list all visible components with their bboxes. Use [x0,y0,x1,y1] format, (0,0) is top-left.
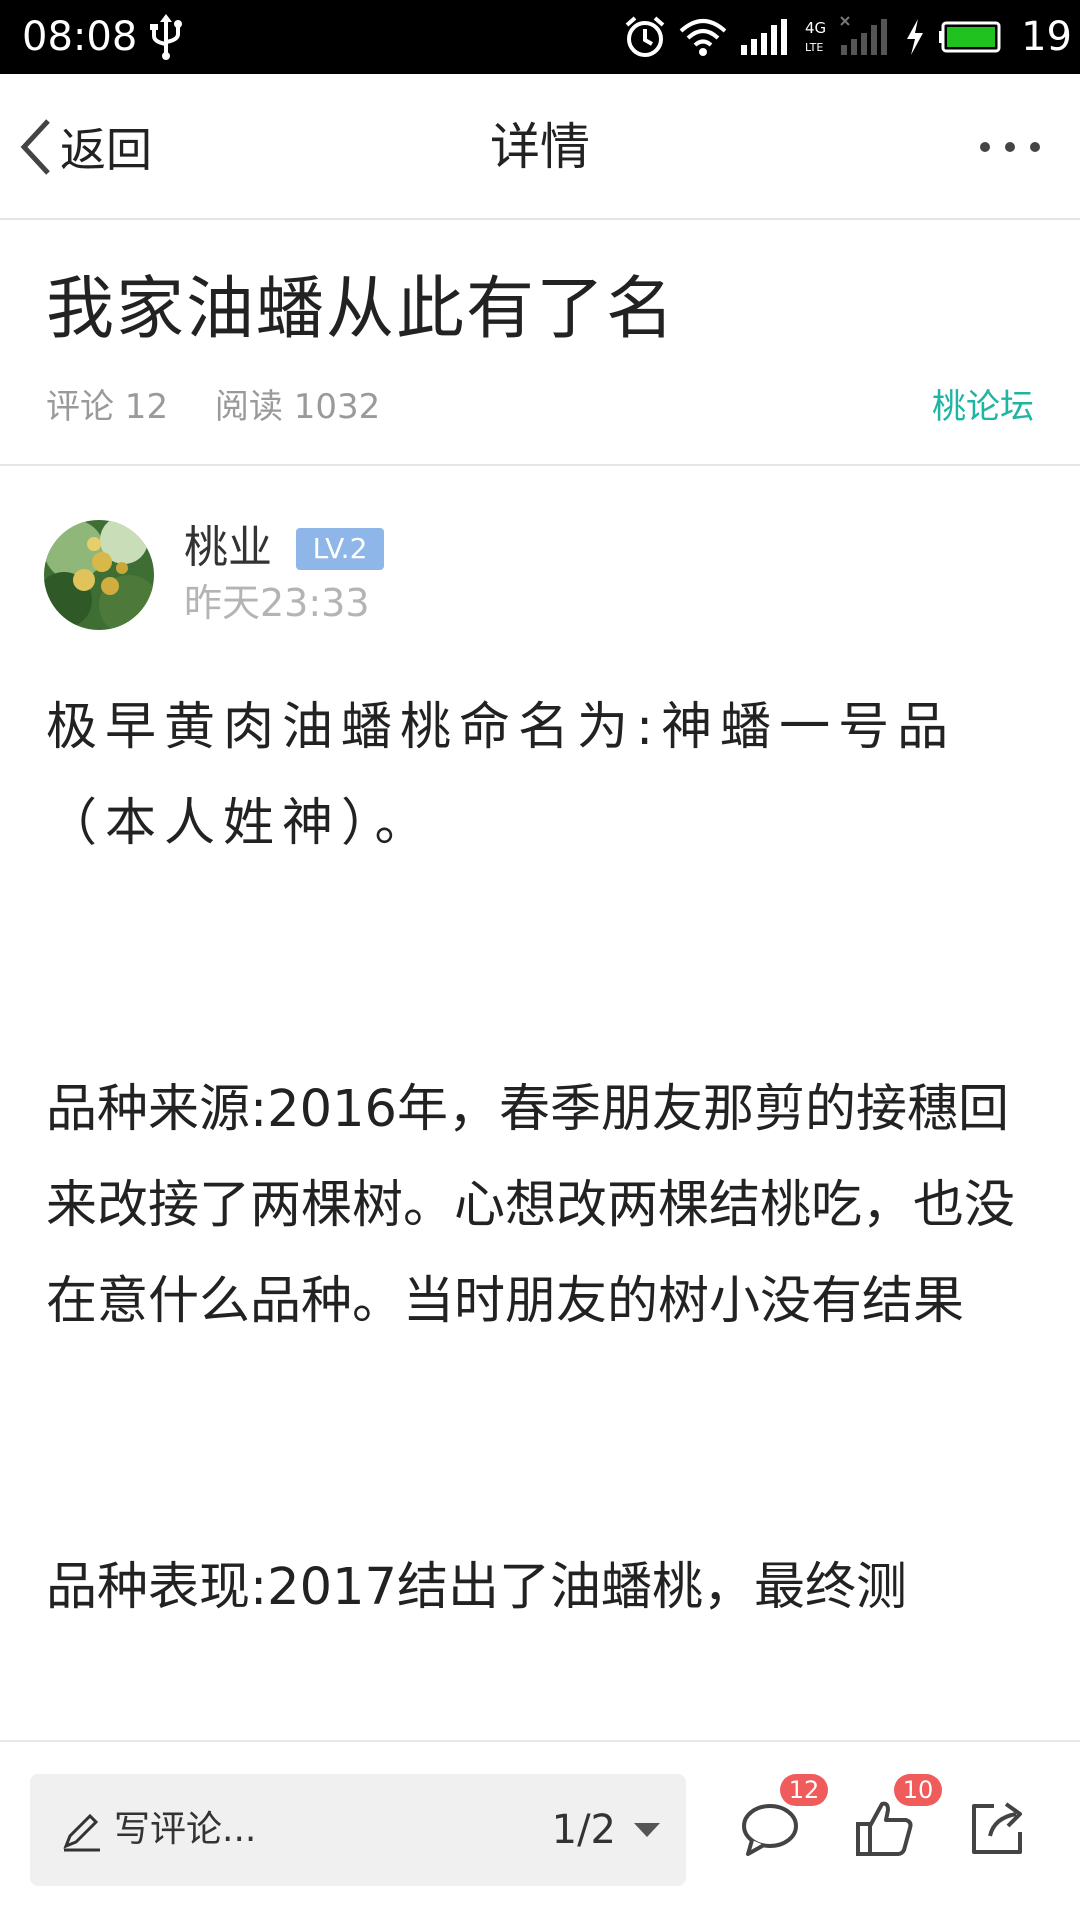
svg-text:4G: 4G [805,19,826,37]
dropdown-caret-icon [634,1823,660,1837]
article-paragraph: 极早黄肉油蟠桃命名为:神蟠一号品（本人姓神）。 [46,698,957,853]
read-count-text: 阅读 1032 [214,387,381,427]
more-button[interactable] [980,132,1040,162]
like-button[interactable]: 10 [852,1774,942,1860]
battery-level: 19 [1021,14,1072,60]
comment-placeholder: 写评论... [114,1809,257,1850]
signal-icon-secondary [840,16,888,55]
alarm-icon [625,16,665,57]
level-badge: LV.2 [296,528,384,570]
status-time: 08:08 [22,14,138,60]
usb-icon [150,14,182,60]
status-bar: 08:08 4G LTE 19 [0,0,1080,74]
charging-icon [907,19,924,55]
article-meta: 评论 12 阅读 1032 [46,382,380,432]
signal-icon [741,19,788,55]
post-time: 昨天23:33 [184,581,370,625]
article-header: 我家油蟠从此有了名 评论 12 阅读 1032 桃论坛 [0,222,1080,466]
pencil-icon [63,1813,100,1852]
status-icons: 4G LTE 19 [623,10,1072,64]
forum-link[interactable]: 桃论坛 [932,382,1034,432]
share-icon [972,1802,1022,1854]
comment-count-badge: 12 [780,1774,828,1806]
more-icon-dot [1030,142,1040,152]
more-icon [980,142,990,152]
comment-count-text: 评论 12 [46,387,169,427]
svg-text:LTE: LTE [805,41,823,54]
share-button[interactable] [966,1796,1030,1860]
bottom-action-bar: 写评论... 1/2 12 10 [0,1740,1080,1920]
page-selector[interactable]: 1/2 [552,1800,660,1860]
like-count-badge: 10 [894,1774,942,1806]
author-name[interactable]: 桃业 [184,520,272,576]
write-comment-input[interactable]: 写评论... 1/2 [30,1774,686,1886]
wifi-icon [679,19,727,56]
comments-button[interactable]: 12 [738,1774,828,1860]
article-title: 我家油蟠从此有了名 [46,270,677,349]
more-icon-dot [1005,142,1015,152]
battery-icon [939,21,1001,53]
page-indicator: 1/2 [551,1807,616,1853]
network-4g-icon: 4G LTE [805,19,826,54]
article-body: 极早黄肉油蟠桃命名为:神蟠一号品（本人姓神）。 品种来源:2016年，春季朋友那… [46,680,1036,1740]
article-paragraph: 品种表现:2017结出了油蟠桃，最终测 [46,1558,907,1617]
author-info: 桃业 LV.2 昨天23:33 [44,520,1044,630]
avatar[interactable] [44,520,154,630]
navigation-bar: 返回 详情 [0,74,1080,220]
article-paragraph: 品种来源:2016年，春季朋友那剪的接穗回来改接了两棵树。心想改两棵结桃吃，也没… [46,1080,1016,1331]
page-title: 详情 [490,118,590,176]
